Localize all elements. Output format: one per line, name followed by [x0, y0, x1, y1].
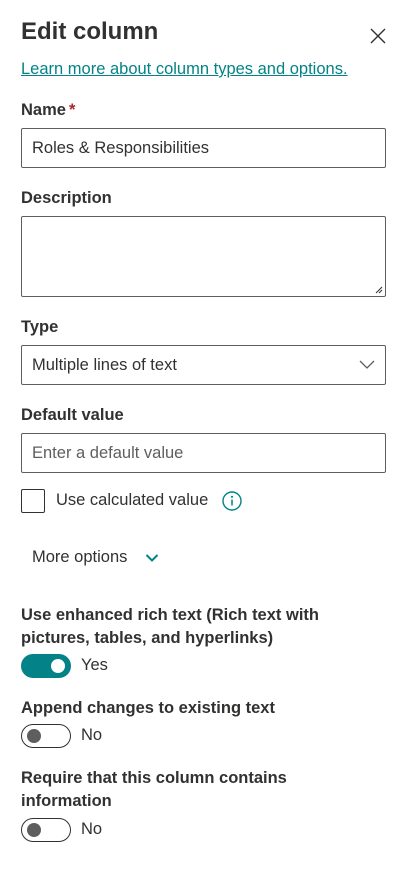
calculated-value-checkbox[interactable]	[21, 489, 45, 513]
help-link[interactable]: Learn more about column types and option…	[21, 60, 348, 79]
name-field-box	[21, 128, 386, 168]
chevron-down-icon[interactable]	[145, 553, 159, 563]
type-selected-value: Multiple lines of text	[32, 356, 177, 374]
chevron-down-icon	[359, 360, 375, 369]
toggle-knob	[27, 729, 41, 743]
description-label: Description	[21, 189, 112, 207]
toggle-knob	[27, 823, 41, 837]
append-changes-toggle[interactable]	[21, 724, 71, 748]
required-mark: *	[68, 101, 76, 119]
description-field-box	[21, 216, 386, 297]
append-changes-question: Append changes to existing text	[21, 699, 275, 717]
require-info-question: Require that this column contains inform…	[21, 769, 287, 810]
require-info-state-label: No	[81, 820, 103, 838]
description-textarea[interactable]	[22, 217, 385, 296]
info-icon[interactable]	[221, 490, 243, 512]
name-label-text: Name	[21, 101, 66, 119]
more-options-button[interactable]: More options	[32, 548, 127, 567]
type-dropdown[interactable]: Multiple lines of text	[21, 345, 386, 385]
calculated-value-label[interactable]: Use calculated value	[56, 491, 208, 510]
rich-text-state-label: Yes	[81, 656, 108, 674]
rich-text-toggle[interactable]	[21, 654, 71, 678]
name-input[interactable]	[22, 129, 385, 167]
toggle-knob	[51, 659, 65, 673]
close-icon[interactable]	[366, 24, 390, 48]
resize-grip-icon[interactable]	[373, 284, 383, 294]
default-value-label: Default value	[21, 406, 124, 424]
require-info-toggle[interactable]	[21, 818, 71, 842]
rich-text-question: Use enhanced rich text (Rich text with p…	[21, 606, 319, 647]
name-label: Name *	[21, 101, 75, 120]
panel-title: Edit column	[21, 18, 159, 45]
append-changes-state-label: No	[81, 726, 103, 744]
default-value-field-box	[21, 433, 386, 473]
type-label: Type	[21, 318, 59, 336]
default-value-input[interactable]	[22, 434, 385, 472]
